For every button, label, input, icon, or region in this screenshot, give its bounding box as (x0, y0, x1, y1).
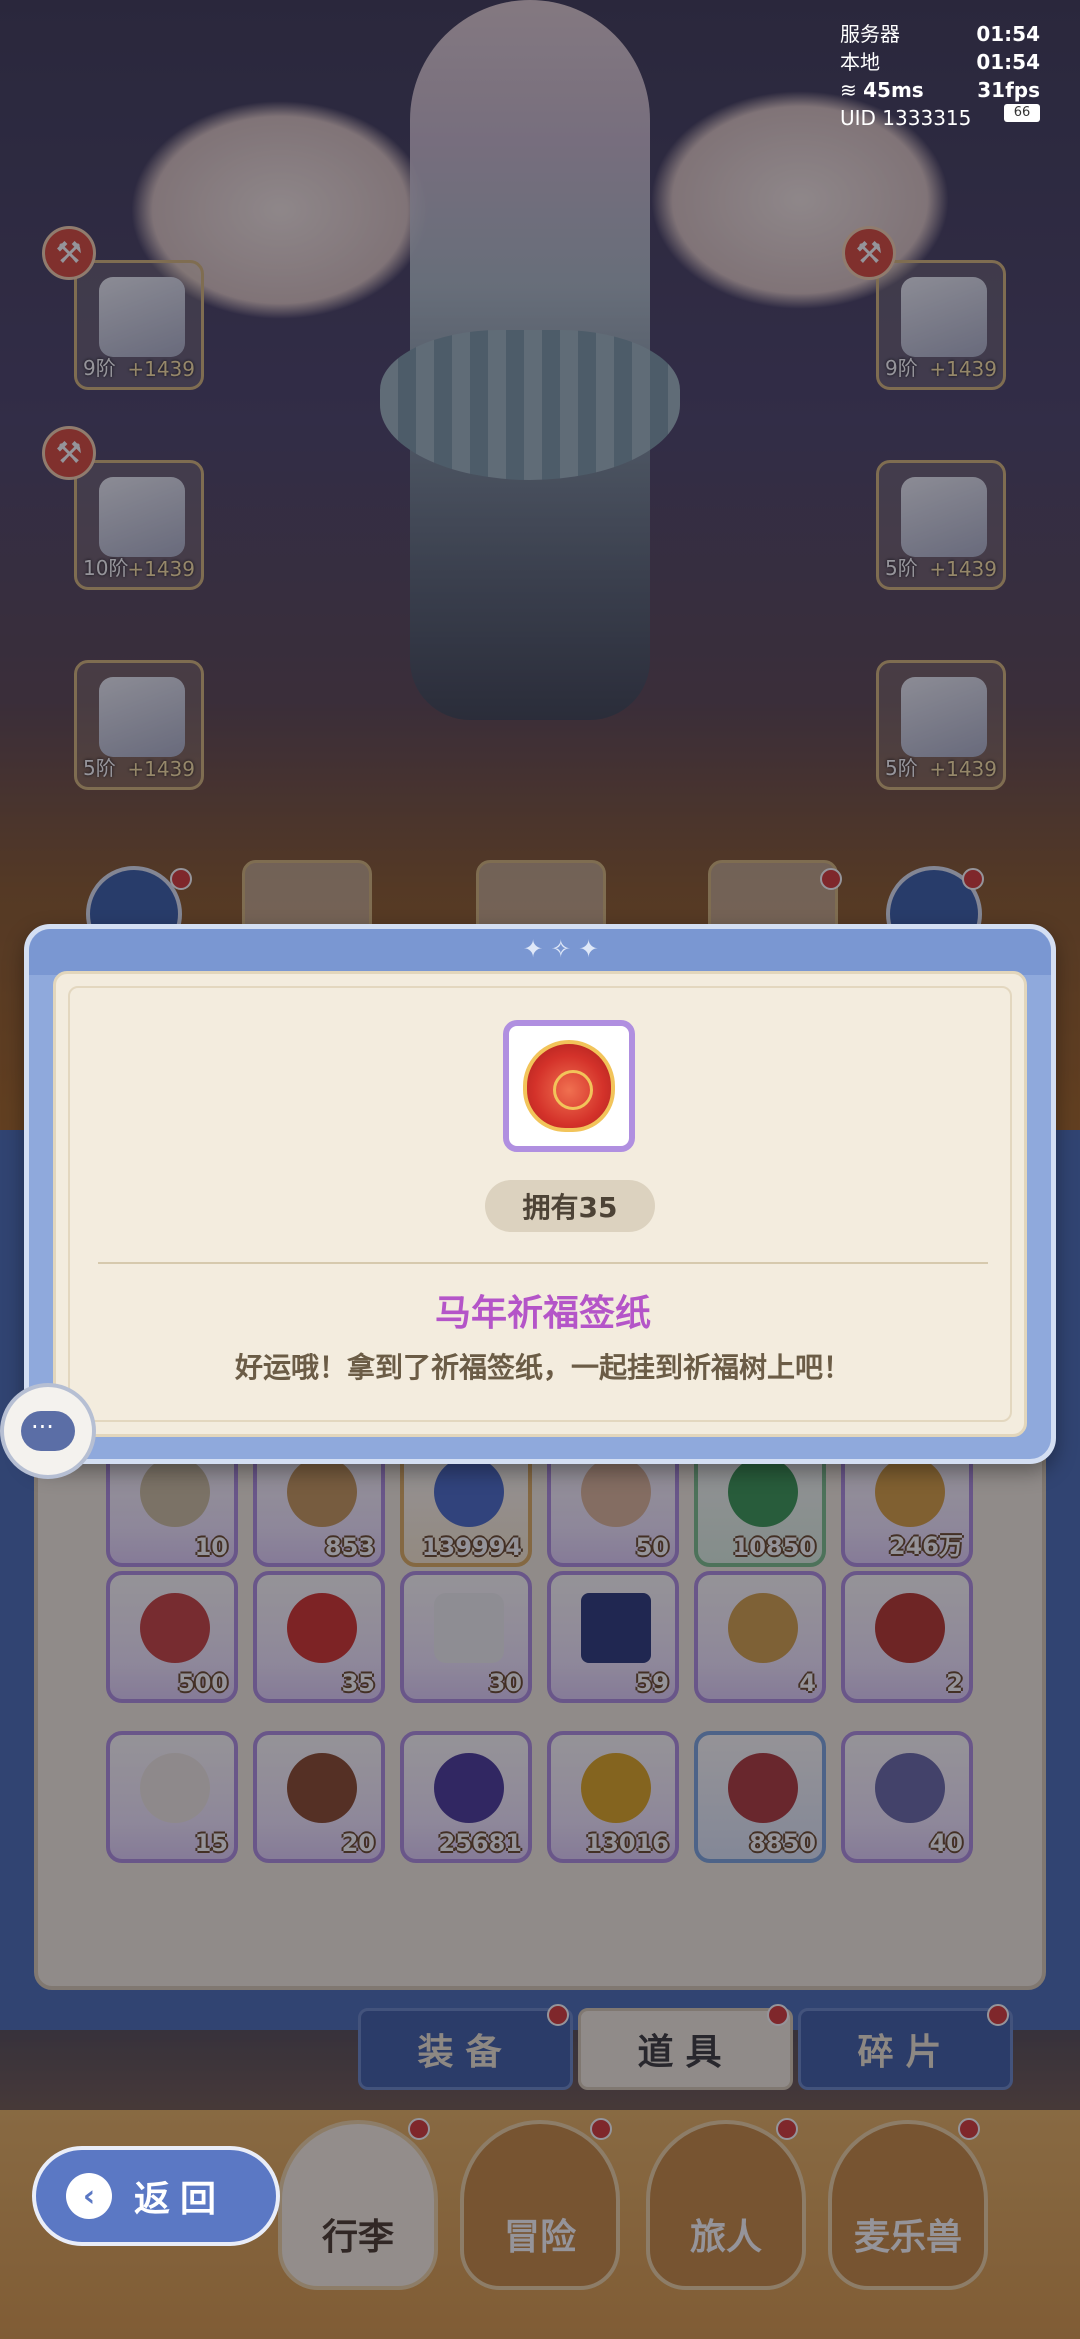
wifi-icon: ≋ (840, 78, 857, 102)
chat-button[interactable] (0, 1383, 96, 1479)
item-detail-dialog: ✦ ✧ ✦ 拥有35 马年祈福签纸 好运哦！拿到了祈福签纸，一起挂到祈福树上吧！ (24, 924, 1056, 1464)
back-arrow-icon: ‹ (66, 2173, 112, 2219)
decoration-gem-icon: ✦ ✧ ✦ (523, 935, 599, 963)
back-label: 返回 (134, 2179, 227, 2220)
server-time: 01:54 (976, 22, 1040, 46)
owned-count: 拥有35 (485, 1180, 655, 1232)
item-description: 好运哦！拿到了祈福签纸，一起挂到祈福树上吧！ (234, 1351, 851, 1384)
item-name: 马年祈福签纸 (434, 1293, 651, 1334)
server-label: 服务器 (840, 22, 900, 46)
dialog-paper: 拥有35 马年祈福签纸 好运哦！拿到了祈福签纸，一起挂到祈福树上吧！ (53, 971, 1027, 1437)
local-label: 本地 (840, 50, 880, 74)
local-time: 01:54 (976, 50, 1040, 74)
ping: 45ms (863, 78, 924, 102)
battery-icon: 66 (1004, 104, 1040, 122)
item-icon-frame (503, 1020, 635, 1152)
chat-bubble-icon (21, 1411, 75, 1451)
uid: UID 1333315 (840, 106, 972, 130)
lucky-pouch-icon (523, 1040, 615, 1132)
back-button[interactable]: ‹ 返回 (32, 2146, 280, 2246)
system-status: 服务器 01:54 本地 01:54 ≋ 45ms 31fps UID 1333315… (840, 20, 1040, 132)
divider (98, 1262, 988, 1264)
fps: 31fps (977, 78, 1040, 102)
